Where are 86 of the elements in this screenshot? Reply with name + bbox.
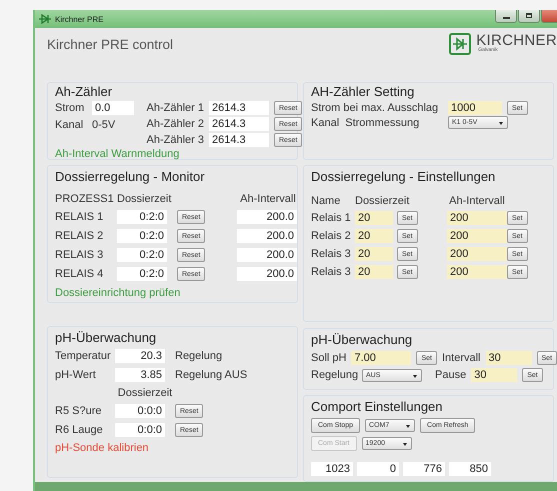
input-field[interactable]: 200.0: [237, 248, 297, 262]
relay-label: Relais 3: [311, 266, 352, 278]
input-field[interactable]: 200: [447, 265, 507, 279]
input-field[interactable]: 1000: [448, 101, 502, 115]
group-title: Dossierregelung - Monitor: [55, 169, 205, 185]
field-label: Ah-Zähler 1: [146, 102, 204, 114]
logo-text: KIRCHNER: [476, 33, 557, 48]
column-header: Ah-Intervall: [239, 193, 297, 205]
relay-label: Relais 3: [311, 248, 352, 260]
input-field[interactable]: 0.0: [92, 101, 134, 115]
diode-icon: [39, 14, 51, 24]
input-field[interactable]: 30: [486, 351, 532, 365]
channel-value: 0-5V: [92, 119, 116, 131]
relay-label: RELAIS 1: [55, 211, 104, 223]
field-label: Kanal: [55, 119, 84, 131]
field-label: Ah-Zähler 3: [146, 134, 204, 146]
reading-field[interactable]: 850: [449, 462, 491, 476]
field-label: Soll pH: [311, 352, 346, 364]
group-title: pH-Überwachung: [55, 330, 156, 346]
input-field[interactable]: 0:2:0: [117, 229, 167, 243]
field-label: Ah-Zähler 2: [146, 118, 204, 130]
input-field[interactable]: 200.0: [237, 267, 297, 281]
caret-icon: [413, 374, 417, 378]
input-field[interactable]: 200.0: [237, 210, 297, 224]
field-label: Strom: [55, 102, 86, 114]
input-field[interactable]: 2614.3: [209, 117, 269, 131]
status-label: Regelung AUS: [175, 369, 248, 381]
input-field[interactable]: 200: [447, 211, 507, 225]
group-title: AH-Zähler Setting: [311, 84, 414, 100]
column-header: Dossierzeit: [117, 193, 172, 205]
window-title: Kirchner PRE: [55, 14, 104, 24]
input-field[interactable]: 20: [355, 265, 393, 279]
relay-label: RELAIS 2: [55, 230, 104, 242]
field-label: Regelung: [175, 350, 224, 362]
field-label: Regelung: [311, 369, 357, 381]
relay-label: Relais 1: [311, 212, 352, 224]
column-header: Ah-Intervall: [448, 195, 506, 207]
minimize-button[interactable]: [495, 10, 517, 23]
reading-field[interactable]: 1023: [311, 462, 353, 476]
field-label: Strom bei max. Ausschlag: [311, 102, 440, 114]
group-title: pH-Überwachung: [311, 332, 412, 348]
warning-label: pH-Sonde kalibrien: [55, 442, 150, 454]
input-field[interactable]: 0:2:0: [117, 248, 167, 262]
input-field[interactable]: 0:0:0: [115, 404, 165, 418]
column-header: Name: [311, 195, 342, 207]
input-field[interactable]: 20.3: [115, 349, 165, 363]
input-field[interactable]: 2614.3: [209, 101, 269, 115]
input-field[interactable]: 7.00: [351, 351, 412, 365]
group-title: Dossierregelung - Einstellungen: [311, 169, 496, 185]
input-field[interactable]: 3.85: [115, 368, 165, 382]
input-field[interactable]: 200.0: [237, 229, 297, 243]
group-title: Comport Einstellungen: [311, 399, 443, 415]
caret-icon: [406, 425, 410, 428]
field-label: R6 Lauge: [55, 424, 104, 436]
diode-logo-icon: [449, 33, 472, 55]
column-header: Dossierzeit: [116, 387, 174, 399]
field-label: Intervall: [442, 352, 481, 364]
field-label: Kanal Strommessung: [311, 116, 420, 128]
warning-label: Ah-Interval Warnmeldung: [55, 148, 180, 160]
input-field[interactable]: 20: [355, 211, 393, 225]
input-field[interactable]: 30: [471, 368, 518, 382]
app-title: Kirchner PRE control: [47, 37, 174, 52]
input-field[interactable]: 20: [355, 247, 393, 261]
input-field[interactable]: 0:0:0: [115, 423, 165, 437]
input-field[interactable]: 0:2:0: [117, 267, 167, 281]
relay-label: RELAIS 3: [55, 249, 104, 261]
reading-field[interactable]: 776: [403, 462, 445, 476]
group-title: Ah-Zähler: [55, 84, 112, 100]
column-header: Dossierzeit: [355, 195, 410, 207]
field-label: pH-Wert: [55, 369, 97, 381]
input-field[interactable]: 20: [355, 229, 393, 243]
maximize-button[interactable]: [518, 10, 540, 23]
caret-icon: [402, 443, 407, 446]
input-field[interactable]: 0:2:0: [117, 210, 167, 224]
field-label: Pause: [435, 369, 466, 381]
relay-label: RELAIS 4: [55, 268, 104, 280]
input-field[interactable]: 200: [447, 247, 507, 261]
field-label: R5 S?ure: [55, 405, 102, 417]
reading-field[interactable]: 0: [357, 462, 399, 476]
column-header: PROZESS1: [55, 193, 115, 205]
input-field[interactable]: 2614.3: [209, 133, 269, 147]
field-label: Temperatur: [55, 350, 112, 362]
warning-label: Dossiereinrichtung prüfen: [55, 287, 182, 299]
input-field[interactable]: 200: [447, 229, 507, 243]
caret-icon: [499, 122, 503, 125]
relay-label: Relais 2: [311, 230, 352, 242]
